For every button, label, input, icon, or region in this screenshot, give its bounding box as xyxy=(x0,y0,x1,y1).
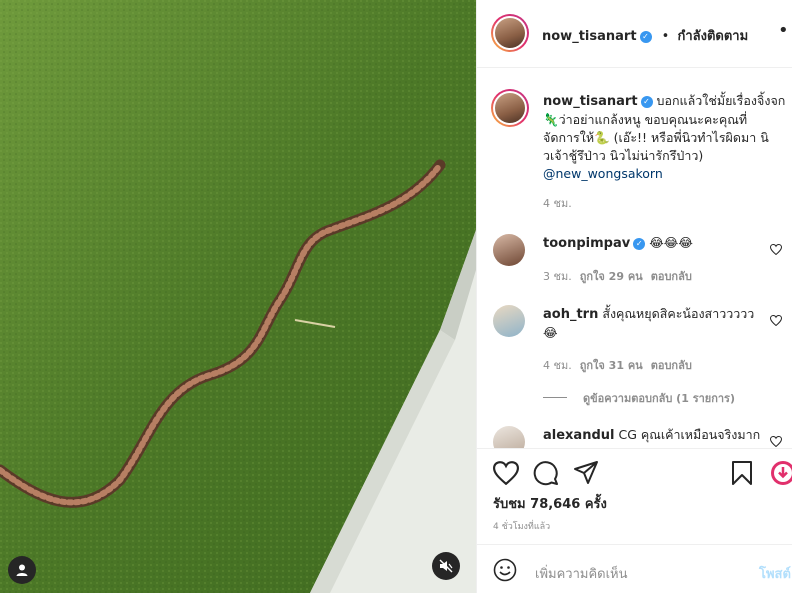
commenter-avatar[interactable] xyxy=(493,426,525,448)
tagged-users-button[interactable] xyxy=(8,556,36,584)
caption-text-3: จัดการให้ xyxy=(543,130,595,145)
comment-like-heart-icon[interactable] xyxy=(770,244,782,255)
user-icon xyxy=(16,564,28,576)
verified-badge-icon: ✓ xyxy=(633,238,646,250)
caption-text-5: วเจ้าชู้รึป่าว นิวไม่น่ารักรึป่าว) xyxy=(543,148,704,163)
post-side-panel: now_tisanart✓ • กำลังติดตาม ••• now_tisa… xyxy=(476,0,792,593)
view-replies-label: ดูข้อความตอบกลับ (1 รายการ) xyxy=(583,392,735,405)
comment-bubble-icon[interactable] xyxy=(533,460,559,486)
share-paper-plane-icon[interactable] xyxy=(573,460,599,486)
muted-speaker-icon xyxy=(439,559,453,573)
post-timestamp[interactable]: 4 ชั่วโมงที่แล้ว xyxy=(493,519,550,533)
comment-meta: 4 ชม. ถูกใจ 31 คน ตอบกลับ xyxy=(543,356,700,374)
snake-emoji-icon: 🐍 xyxy=(594,130,610,145)
verified-badge-icon: ✓ xyxy=(639,31,652,43)
post-actions: รับชม 78,646 ครั้ง 4 ชั่วโมงที่แล้ว xyxy=(477,448,792,545)
like-heart-icon[interactable] xyxy=(493,461,519,485)
header-user-line: now_tisanart ✓ • กำลังติดตาม xyxy=(542,25,748,46)
comment-input[interactable]: เพิ่มความคิดเห็น xyxy=(535,563,628,584)
verified-badge-icon: ✓ xyxy=(640,96,653,108)
lizard-emoji-icon: 🦎 xyxy=(543,112,559,127)
video-frame xyxy=(0,0,476,593)
comment-username[interactable]: aoh_trn xyxy=(543,307,598,322)
emoji-picker-icon[interactable] xyxy=(493,558,517,582)
comment-item: toonpimpav ✓ 😂😂😂 xyxy=(543,234,763,253)
comment-item: aoh_trn สั้งคุณหยุดสิคะน้องสาววววว 😂 xyxy=(543,305,763,342)
comment-time: 4 ชม. xyxy=(543,359,572,372)
separator-dot: • xyxy=(661,29,670,44)
caption-time: 4 ชม. xyxy=(543,197,572,210)
post-header: now_tisanart✓ • กำลังติดตาม ••• xyxy=(477,0,792,68)
comment-reply-button[interactable]: ตอบกลับ xyxy=(651,270,692,283)
post-video[interactable] xyxy=(0,0,476,593)
comment-meta: 3 ชม. ถูกใจ 29 คน ตอบกลับ xyxy=(543,267,700,285)
comment-likes[interactable]: ถูกใจ 31 คน xyxy=(580,359,643,372)
comment-reply-button[interactable]: ตอบกลับ xyxy=(651,359,692,372)
comment-username[interactable]: toonpimpav xyxy=(543,236,630,251)
caption-text-1: บอกแล้วใช่มั้ยเรื่องจิ้งจก xyxy=(656,93,786,108)
comment-text: CG คุณเค้าเหมือนจริงมาก xyxy=(618,427,761,442)
comment-like-heart-icon[interactable] xyxy=(770,315,782,326)
caption-text-4: (เอ๊ะ!! หรือพี่นิวทำไรผิดมา นิ xyxy=(613,130,769,145)
comment-text: 😂😂😂 xyxy=(649,235,694,250)
view-count[interactable]: รับชม 78,646 ครั้ง xyxy=(493,493,607,514)
commenter-avatar[interactable] xyxy=(493,305,525,337)
more-options-icon[interactable]: ••• xyxy=(778,22,792,40)
comment-username[interactable]: alexandul xyxy=(543,428,614,443)
comment-like-heart-icon[interactable] xyxy=(770,436,782,447)
comments-list: now_tisanart ✓ บอกแล้วใช่มั้ยเรื่องจิ้งจก… xyxy=(477,68,792,448)
save-bookmark-icon[interactable] xyxy=(731,460,753,486)
comment-likes[interactable]: ถูกใจ 29 คน xyxy=(580,270,643,283)
author-avatar[interactable] xyxy=(491,14,529,52)
comment-time: 3 ชม. xyxy=(543,270,572,283)
caption-text-2: ว่าอย่าแกล้งหนู ขอบคุณนะคะคุณที่ xyxy=(558,112,748,127)
commenter-avatar[interactable] xyxy=(493,234,525,266)
caption-author-avatar[interactable] xyxy=(491,89,529,127)
caption-username[interactable]: now_tisanart xyxy=(543,94,638,109)
post-caption: now_tisanart ✓ บอกแล้วใช่มั้ยเรื่องจิ้งจก… xyxy=(543,92,787,213)
follow-status-button[interactable]: กำลังติดตาม xyxy=(677,29,748,44)
mute-button[interactable] xyxy=(432,552,460,580)
author-username[interactable]: now_tisanart xyxy=(542,29,637,44)
post-comment-button[interactable]: โพสต์ xyxy=(759,563,791,584)
view-replies-button[interactable]: ดูข้อความตอบกลับ (1 รายการ) xyxy=(543,389,735,407)
comment-item: alexandul CG คุณเค้าเหมือนจริงมาก xyxy=(543,426,763,445)
download-extension-icon[interactable] xyxy=(770,460,792,486)
caption-mention-link[interactable]: @new_wongsakorn xyxy=(543,166,663,181)
replies-divider xyxy=(543,397,567,398)
add-comment-bar: เพิ่มความคิดเห็น โพสต์ xyxy=(477,544,792,594)
